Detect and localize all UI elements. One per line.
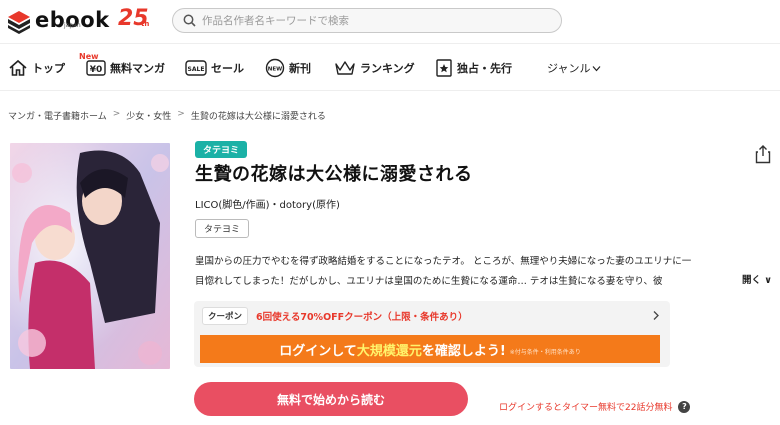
crown-icon [334,59,356,77]
description-line: 皇国からの圧力でやむを得ず政略結婚をすることになったテオ。 ところが、無理やり夫… [195,256,692,267]
timer-note-text[interactable]: ログインするとタイマー無料で22話分無料 [499,400,672,413]
breadcrumb: マンガ・電子書籍ホーム > 少女・女性 > 生贄の花嫁は大公様に溺愛される [8,109,326,122]
read-free-button[interactable]: 無料で始めから読む [194,382,468,416]
breadcrumb-separator: > [177,109,185,119]
description-line: 目惚れしてしまった！だがしかし、ユエリナは皇国のために生贄になる運命… テオは生… [195,276,663,287]
new-icon: NEW [265,58,285,78]
banner-text: ログインして大規模還元を確認しよう! [279,343,506,359]
nav-item-exclusive[interactable]: 独占・先行 [435,57,512,79]
genre-tag[interactable]: タテヨミ [195,219,250,238]
breadcrumb-separator: > [112,109,121,119]
search-box[interactable] [172,8,562,33]
book-cover[interactable] [10,143,170,369]
share-icon[interactable] [755,144,771,168]
logo-subtext: japan [64,22,81,29]
login-campaign-banner[interactable]: ログインして大規模還元を確認しよう! ※付与条件・利用条件あり [200,335,660,363]
svg-text:SALE: SALE [188,66,205,73]
sale-icon: SALE [185,59,207,77]
coupon-box: クーポン 6回使える70%OFFクーポン（上限・条件あり） ログインして大規模還… [194,301,670,367]
nav-label: セール [211,62,244,75]
nav-label: 独占・先行 [457,62,512,75]
search-input[interactable] [202,14,542,27]
nav-label: トップ [32,62,65,75]
coupon-row[interactable]: クーポン 6回使える70%OFFクーポン（上限・条件あり） [194,301,670,331]
svg-text:NEW: NEW [268,67,282,73]
breadcrumb-home[interactable]: マンガ・電子書籍ホーム [8,109,107,122]
nav-label: 新刊 [289,62,311,75]
chevron-down-icon [592,64,601,73]
help-icon[interactable]: ? [678,400,691,413]
nav-item-top[interactable]: トップ [8,57,65,79]
yen-icon: ¥0 [86,59,106,77]
book-authors[interactable]: LICO(脚色/作画)・dotory(原作) [195,196,340,211]
nav-item-new-releases[interactable]: NEW 新刊 [265,57,311,79]
home-icon [8,58,28,78]
book-title: 生贄の花嫁は大公様に溺愛される [195,164,473,185]
expand-description-button[interactable]: 開く ∨ [738,272,773,286]
site-header: ebook japan 25 th [0,0,780,44]
nav-item-ranking[interactable]: ランキング [334,57,415,79]
anniversary-suffix: th [141,20,150,28]
ebookjapan-logo[interactable]: ebook [6,7,110,37]
breadcrumb-current: 生贄の花嫁は大公様に溺愛される [190,112,326,122]
timer-note: ログインするとタイマー無料で22話分無料 ? [499,400,691,413]
nav-item-sale[interactable]: SALE セール [185,57,244,79]
nav-item-free-manga[interactable]: ¥0 無料マンガ [86,57,165,79]
star-badge-icon [435,58,453,78]
coupon-label: クーポン [202,307,249,325]
nav-item-genre[interactable]: ジャンル [547,57,605,79]
breadcrumb-category[interactable]: 少女・女性 [126,109,171,122]
nav-label: 無料マンガ [110,62,165,75]
book-description: 皇国からの圧力でやむを得ず政略結婚をすることになったテオ。 ところが、無理やり夫… [195,252,771,292]
nav-label: ジャンル [547,62,591,75]
format-tag: タテヨミ [195,141,248,158]
coupon-text: 6回使える70%OFFクーポン（上限・条件あり） [256,312,468,323]
main-nav: New トップ ¥0 無料マンガ SALE セール NEW 新刊 ランキング 独… [0,45,780,91]
search-icon [183,14,196,27]
book-stack-icon [6,9,32,35]
nav-label: ランキング [360,62,415,75]
chevron-right-icon [652,310,660,324]
banner-note: ※付与条件・利用条件あり [509,349,581,356]
svg-text:¥0: ¥0 [90,65,103,75]
